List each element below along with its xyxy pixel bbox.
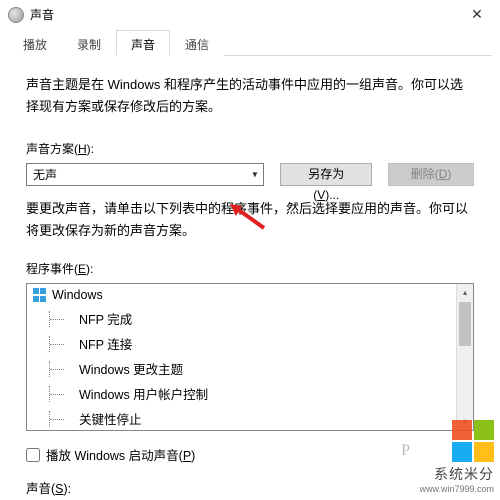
- tree-root[interactable]: Windows: [27, 284, 473, 306]
- play-startup-label: 播放 Windows 启动声音(P): [46, 445, 195, 464]
- delete-button: 删除(D): [388, 163, 474, 186]
- events-label: 程序事件(E):: [26, 260, 474, 277]
- scroll-thumb[interactable]: [459, 302, 471, 346]
- window-title: 声音: [30, 6, 54, 23]
- app-icon: [8, 7, 24, 23]
- play-startup-checkbox[interactable]: [26, 448, 40, 462]
- events-tree[interactable]: Windows NFP 完成 NFP 连接 Windows 更改主题 Windo…: [26, 283, 474, 431]
- scheme-value: 无声: [33, 166, 57, 183]
- windows-icon: [33, 288, 47, 302]
- tree-item[interactable]: Windows 用户帐户控制: [27, 381, 473, 406]
- scrollbar[interactable]: ▴ ▾: [456, 284, 473, 430]
- title-bar: 声音 ✕: [0, 0, 500, 30]
- scheme-combo[interactable]: 无声 ▾: [26, 163, 264, 186]
- tree-item[interactable]: 关键性停止: [27, 406, 473, 431]
- save-as-button[interactable]: 另存为(V)...: [280, 163, 372, 186]
- tree-item[interactable]: Windows 更改主题: [27, 356, 473, 381]
- tab-sounds[interactable]: 声音: [116, 30, 170, 56]
- tree-item[interactable]: NFP 连接: [27, 331, 473, 356]
- sounds-label: 声音(S):: [26, 478, 474, 497]
- watermark: 系统米分 www.win7999.com: [419, 420, 494, 494]
- close-button[interactable]: ✕: [454, 0, 500, 30]
- tab-communications[interactable]: 通信: [170, 30, 224, 56]
- chevron-down-icon: ▾: [252, 169, 257, 180]
- tab-strip: 播放 录制 声音 通信: [0, 30, 500, 56]
- scheme-label: 声音方案(H):: [26, 140, 474, 157]
- watermark-url: www.win7999.com: [419, 484, 494, 494]
- watermark-p: P: [401, 442, 410, 460]
- panel-description: 声音主题是在 Windows 和程序产生的活动事件中应用的一组声音。你可以选择现…: [26, 74, 474, 118]
- tab-recording[interactable]: 录制: [62, 30, 116, 56]
- tree-item[interactable]: NFP 完成: [27, 306, 473, 331]
- scroll-up-icon[interactable]: ▴: [457, 284, 473, 301]
- tree-root-label: Windows: [52, 288, 103, 302]
- microsoft-logo-icon: [452, 420, 494, 462]
- tab-playback[interactable]: 播放: [8, 30, 62, 56]
- watermark-brand: 系统米分: [419, 464, 494, 484]
- change-sound-hint: 要更改声音，请单击以下列表中的程序事件，然后选择要应用的声音。你可以将更改保存为…: [26, 198, 474, 242]
